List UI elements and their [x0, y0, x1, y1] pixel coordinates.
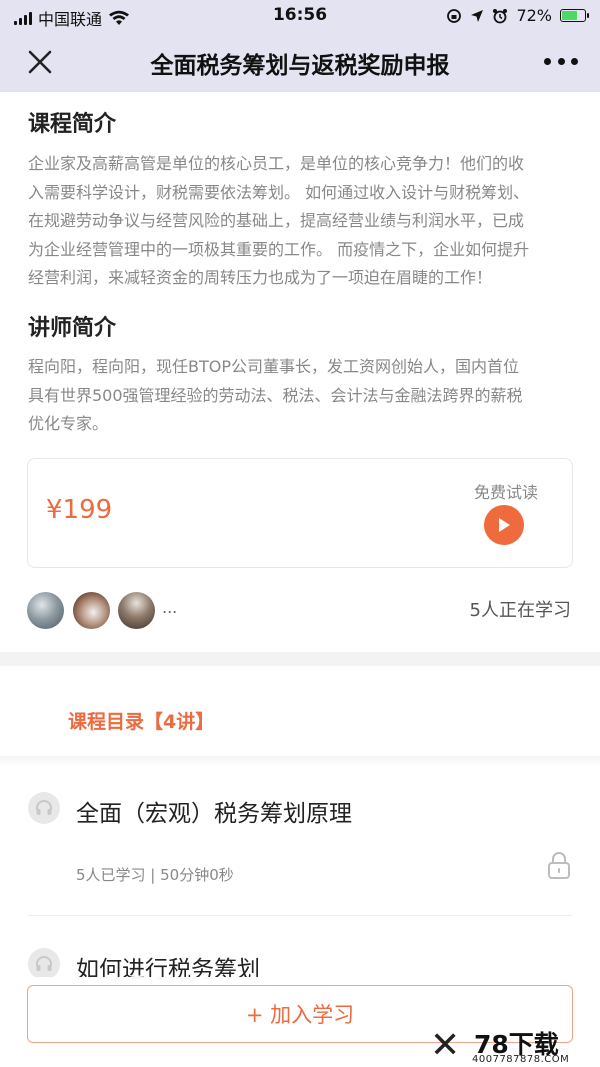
- intro-title: 课程简介: [28, 112, 117, 137]
- page-title: 全面税务筹划与返税奖励申报: [150, 53, 450, 79]
- price-card: ¥199 免费试读: [27, 458, 573, 568]
- status-bar: 中国联通 16:56 72%: [0, 0, 600, 32]
- lecturer-title: 讲师简介: [28, 316, 117, 341]
- intro-line: 在规避劳动争议与经营风险的基础上，提高经营业绩与利润水平，已成: [28, 211, 525, 230]
- catalog-title: 课程目录【4讲】: [68, 711, 215, 733]
- location-icon: [471, 9, 484, 22]
- lesson-meta: 5人已学习 | 50分钟0秒: [76, 866, 234, 884]
- orientation-lock-icon: [447, 8, 462, 23]
- lock-icon: [548, 852, 570, 879]
- learning-count: 5人正在学习: [469, 600, 571, 621]
- learners-row: ... 5人正在学习: [27, 592, 573, 629]
- page-content: 课程简介 企业家及高薪高管是单位的核心员工，是单位的核心竞争力！他们的收 入需要…: [0, 92, 600, 1067]
- lecturer-text: 程向阳，程向阳，现任BTOP公司董事长，发工资网创始人，国内首位 具有世界500…: [28, 353, 576, 439]
- lecturer-line: 具有世界500强管理经验的劳动法、税法、会计法与金融法跨界的薪税: [28, 385, 523, 405]
- watermark-x-icon: ✕: [430, 1025, 461, 1066]
- avatar: [73, 592, 110, 629]
- lesson-title: 全面（宏观）税务筹划原理: [76, 801, 352, 827]
- intro-line: 经营利润，来减轻资金的周转压力也成为了一项迫在眉睫的工作！: [28, 268, 493, 287]
- watermark-sub: 4007787878.COM: [472, 1054, 570, 1065]
- more-icon[interactable]: [544, 48, 578, 74]
- close-icon[interactable]: [22, 44, 58, 80]
- price-label: ¥199: [46, 495, 113, 525]
- watermark-logo: ✕ 78下载 4007787878.COM: [430, 1023, 590, 1067]
- intro-line: 入需要科学设计，财税需要依法筹划。 如何通过收入设计与财税筹划、: [28, 182, 530, 202]
- free-trial-play-button[interactable]: [484, 505, 524, 545]
- alarm-icon: [493, 8, 508, 23]
- avatar: [118, 592, 155, 629]
- section-divider: [0, 652, 600, 666]
- intro-text: 企业家及高薪高管是单位的核心员工，是单位的核心竞争力！他们的收 入需要科学设计，…: [28, 150, 576, 293]
- intro-line: 为企业经营管理中的一项极其重要的工作。 而疫情之下，企业如何提升: [28, 239, 530, 259]
- battery-percent: 72%: [516, 6, 552, 25]
- lecturer-line: 优化专家。: [28, 414, 109, 433]
- free-trial-label[interactable]: 免费试读: [474, 479, 538, 503]
- avatar: [27, 592, 64, 629]
- lesson-divider: [28, 915, 572, 916]
- catalog-divider: [0, 756, 600, 766]
- battery-level: [562, 11, 577, 20]
- play-icon: [499, 518, 510, 532]
- battery-icon: [560, 9, 589, 22]
- status-right: 72%: [446, 6, 589, 25]
- more-learners-ellipsis: ...: [162, 598, 178, 617]
- headphones-icon: [28, 948, 60, 980]
- nav-bar: 全面税务筹划与返税奖励申报: [0, 32, 600, 92]
- headphones-icon: [28, 792, 60, 824]
- intro-line: 企业家及高薪高管是单位的核心员工，是单位的核心竞争力！他们的收: [28, 154, 525, 173]
- lecturer-line: 程向阳，程向阳，现任BTOP公司董事长，发工资网创始人，国内首位: [28, 357, 519, 376]
